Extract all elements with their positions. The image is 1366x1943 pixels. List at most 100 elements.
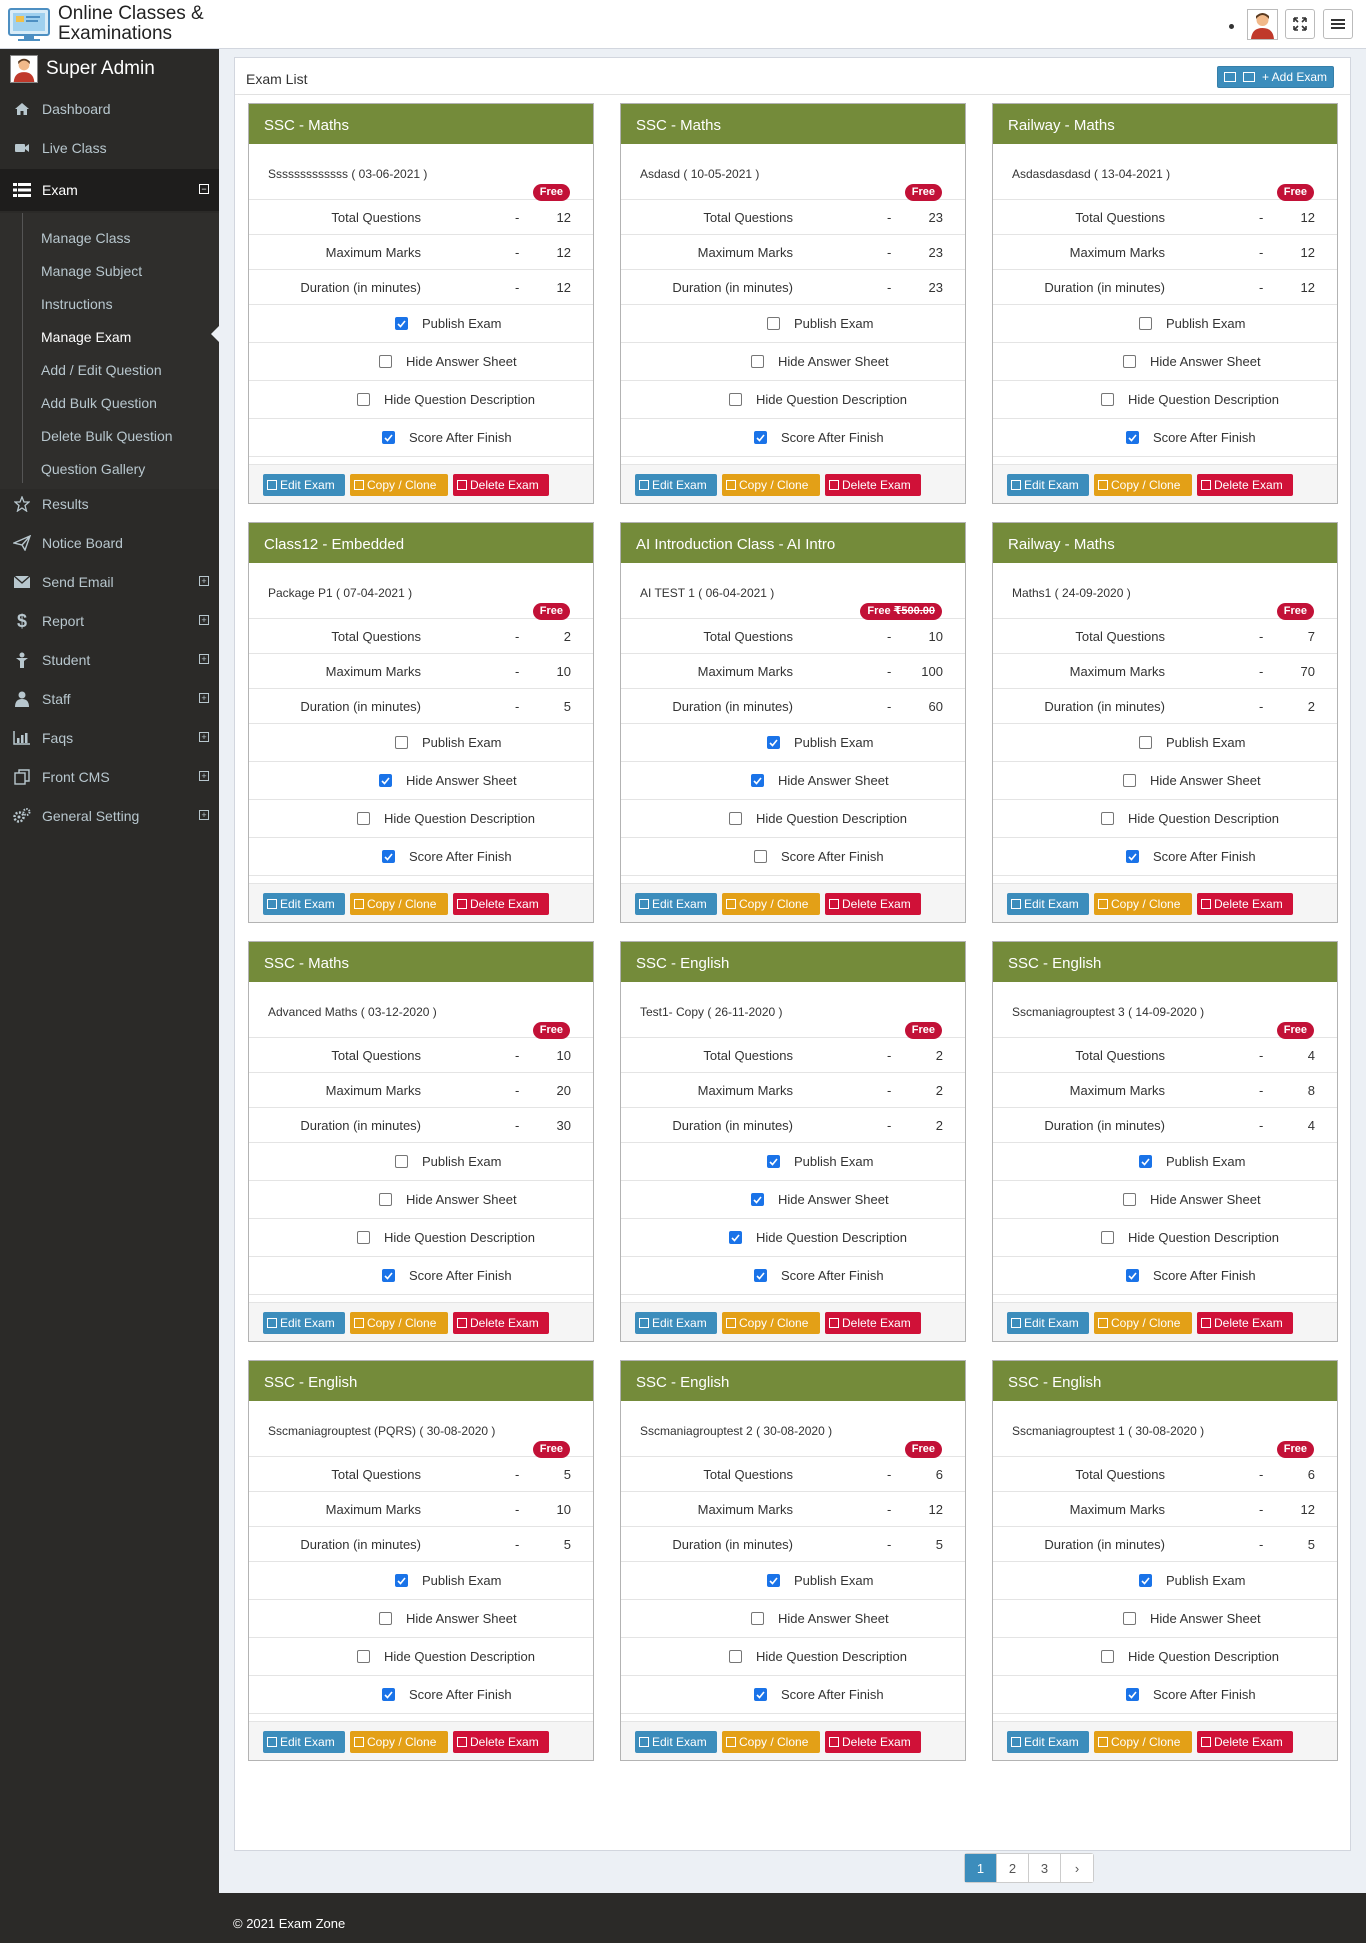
score-after-finish-checkbox[interactable] <box>1126 1688 1139 1701</box>
score-after-finish-checkbox[interactable] <box>1126 431 1139 444</box>
hide-answer-sheet-checkbox[interactable] <box>379 1193 392 1206</box>
sidebar-user[interactable]: Super Admin <box>0 51 219 87</box>
sidebar-item-staff[interactable]: Staff + <box>0 681 219 717</box>
score-after-finish-checkbox[interactable] <box>382 850 395 863</box>
expand-toggle-icon[interactable]: + <box>199 654 209 664</box>
score-after-finish-checkbox[interactable] <box>754 431 767 444</box>
grid-view-icon[interactable] <box>1224 72 1236 82</box>
hide-answer-sheet-checkbox[interactable] <box>751 355 764 368</box>
edit-exam-button[interactable]: Edit Exam <box>263 893 345 915</box>
edit-exam-button[interactable]: Edit Exam <box>1007 1731 1089 1753</box>
sidebar-item-send-email[interactable]: Send Email + <box>0 564 219 600</box>
page-button[interactable]: 2 <box>997 1854 1029 1882</box>
delete-exam-button[interactable]: Delete Exam <box>453 1731 549 1753</box>
publish-exam-checkbox[interactable] <box>395 1155 408 1168</box>
publish-exam-checkbox[interactable] <box>767 1574 780 1587</box>
notification-dot[interactable] <box>1229 24 1234 29</box>
hide-question-description-checkbox[interactable] <box>729 1231 742 1244</box>
score-after-finish-checkbox[interactable] <box>754 1688 767 1701</box>
page-button[interactable]: 3 <box>1029 1854 1061 1882</box>
edit-exam-button[interactable]: Edit Exam <box>635 1731 717 1753</box>
submenu-item-delete-bulk-question[interactable]: Delete Bulk Question <box>41 421 173 451</box>
hide-answer-sheet-checkbox[interactable] <box>379 774 392 787</box>
add-exam-button[interactable]: + Add Exam <box>1217 66 1335 88</box>
publish-exam-checkbox[interactable] <box>767 736 780 749</box>
hide-question-description-checkbox[interactable] <box>1101 1650 1114 1663</box>
delete-exam-button[interactable]: Delete Exam <box>1197 1731 1293 1753</box>
hide-answer-sheet-checkbox[interactable] <box>1123 774 1136 787</box>
next-page-button[interactable]: › <box>1061 1854 1093 1882</box>
edit-exam-button[interactable]: Edit Exam <box>1007 1312 1089 1334</box>
edit-exam-button[interactable]: Edit Exam <box>1007 893 1089 915</box>
sidebar-item-student[interactable]: Student + <box>0 642 219 678</box>
edit-exam-button[interactable]: Edit Exam <box>635 893 717 915</box>
score-after-finish-checkbox[interactable] <box>382 1269 395 1282</box>
copy-clone-button[interactable]: Copy / Clone <box>1094 893 1192 915</box>
delete-exam-button[interactable]: Delete Exam <box>825 474 921 496</box>
expand-toggle-icon[interactable]: + <box>199 732 209 742</box>
expand-toggle-icon[interactable]: + <box>199 576 209 586</box>
copy-clone-button[interactable]: Copy / Clone <box>350 474 448 496</box>
hide-answer-sheet-checkbox[interactable] <box>379 355 392 368</box>
score-after-finish-checkbox[interactable] <box>382 431 395 444</box>
submenu-item-manage-subject[interactable]: Manage Subject <box>41 256 142 286</box>
edit-exam-button[interactable]: Edit Exam <box>635 1312 717 1334</box>
submenu-item-question-gallery[interactable]: Question Gallery <box>41 454 145 484</box>
hide-question-description-checkbox[interactable] <box>1101 393 1114 406</box>
hide-question-description-checkbox[interactable] <box>357 812 370 825</box>
hide-answer-sheet-checkbox[interactable] <box>751 774 764 787</box>
copy-clone-button[interactable]: Copy / Clone <box>722 893 820 915</box>
delete-exam-button[interactable]: Delete Exam <box>825 1731 921 1753</box>
publish-exam-checkbox[interactable] <box>767 1155 780 1168</box>
edit-exam-button[interactable]: Edit Exam <box>635 474 717 496</box>
publish-exam-checkbox[interactable] <box>395 736 408 749</box>
publish-exam-checkbox[interactable] <box>1139 736 1152 749</box>
hide-question-description-checkbox[interactable] <box>357 1650 370 1663</box>
copy-clone-button[interactable]: Copy / Clone <box>350 893 448 915</box>
sidebar-item-front-cms[interactable]: Front CMS + <box>0 759 219 795</box>
copy-clone-button[interactable]: Copy / Clone <box>350 1731 448 1753</box>
copy-clone-button[interactable]: Copy / Clone <box>1094 1312 1192 1334</box>
delete-exam-button[interactable]: Delete Exam <box>453 1312 549 1334</box>
user-avatar[interactable] <box>1247 9 1278 40</box>
copy-clone-button[interactable]: Copy / Clone <box>1094 474 1192 496</box>
submenu-item-add-bulk-question[interactable]: Add Bulk Question <box>41 388 157 418</box>
app-logo[interactable]: Online Classes & Examinations <box>4 2 219 46</box>
delete-exam-button[interactable]: Delete Exam <box>1197 893 1293 915</box>
expand-toggle-icon[interactable]: + <box>199 615 209 625</box>
score-after-finish-checkbox[interactable] <box>754 850 767 863</box>
expand-toggle-icon[interactable]: + <box>199 693 209 703</box>
score-after-finish-checkbox[interactable] <box>1126 1269 1139 1282</box>
score-after-finish-checkbox[interactable] <box>1126 850 1139 863</box>
copy-clone-button[interactable]: Copy / Clone <box>350 1312 448 1334</box>
delete-exam-button[interactable]: Delete Exam <box>453 474 549 496</box>
delete-exam-button[interactable]: Delete Exam <box>453 893 549 915</box>
delete-exam-button[interactable]: Delete Exam <box>1197 474 1293 496</box>
delete-exam-button[interactable]: Delete Exam <box>825 1312 921 1334</box>
copy-clone-button[interactable]: Copy / Clone <box>722 1312 820 1334</box>
copy-clone-button[interactable]: Copy / Clone <box>1094 1731 1192 1753</box>
submenu-item-manage-exam[interactable]: Manage Exam <box>41 322 131 352</box>
score-after-finish-checkbox[interactable] <box>382 1688 395 1701</box>
submenu-item-instructions[interactable]: Instructions <box>41 289 113 319</box>
expand-toggle-icon[interactable]: + <box>199 771 209 781</box>
publish-exam-checkbox[interactable] <box>1139 317 1152 330</box>
sidebar-item-live-class[interactable]: Live Class <box>0 130 219 166</box>
hide-answer-sheet-checkbox[interactable] <box>379 1612 392 1625</box>
edit-exam-button[interactable]: Edit Exam <box>263 1312 345 1334</box>
score-after-finish-checkbox[interactable] <box>754 1269 767 1282</box>
hide-question-description-checkbox[interactable] <box>357 1231 370 1244</box>
publish-exam-checkbox[interactable] <box>1139 1155 1152 1168</box>
hide-question-description-checkbox[interactable] <box>357 393 370 406</box>
submenu-item-manage-class[interactable]: Manage Class <box>41 223 131 253</box>
sidebar-item-faqs[interactable]: Faqs + <box>0 720 219 756</box>
copy-clone-button[interactable]: Copy / Clone <box>722 474 820 496</box>
edit-exam-button[interactable]: Edit Exam <box>263 474 345 496</box>
submenu-item-add-edit-question[interactable]: Add / Edit Question <box>41 355 162 385</box>
sidebar-item-report[interactable]: $ Report + <box>0 603 219 639</box>
list-view-icon[interactable] <box>1243 72 1255 82</box>
edit-exam-button[interactable]: Edit Exam <box>263 1731 345 1753</box>
copy-clone-button[interactable]: Copy / Clone <box>722 1731 820 1753</box>
page-button[interactable]: 1 <box>965 1854 997 1882</box>
sidebar-item-results[interactable]: Results <box>0 486 219 522</box>
